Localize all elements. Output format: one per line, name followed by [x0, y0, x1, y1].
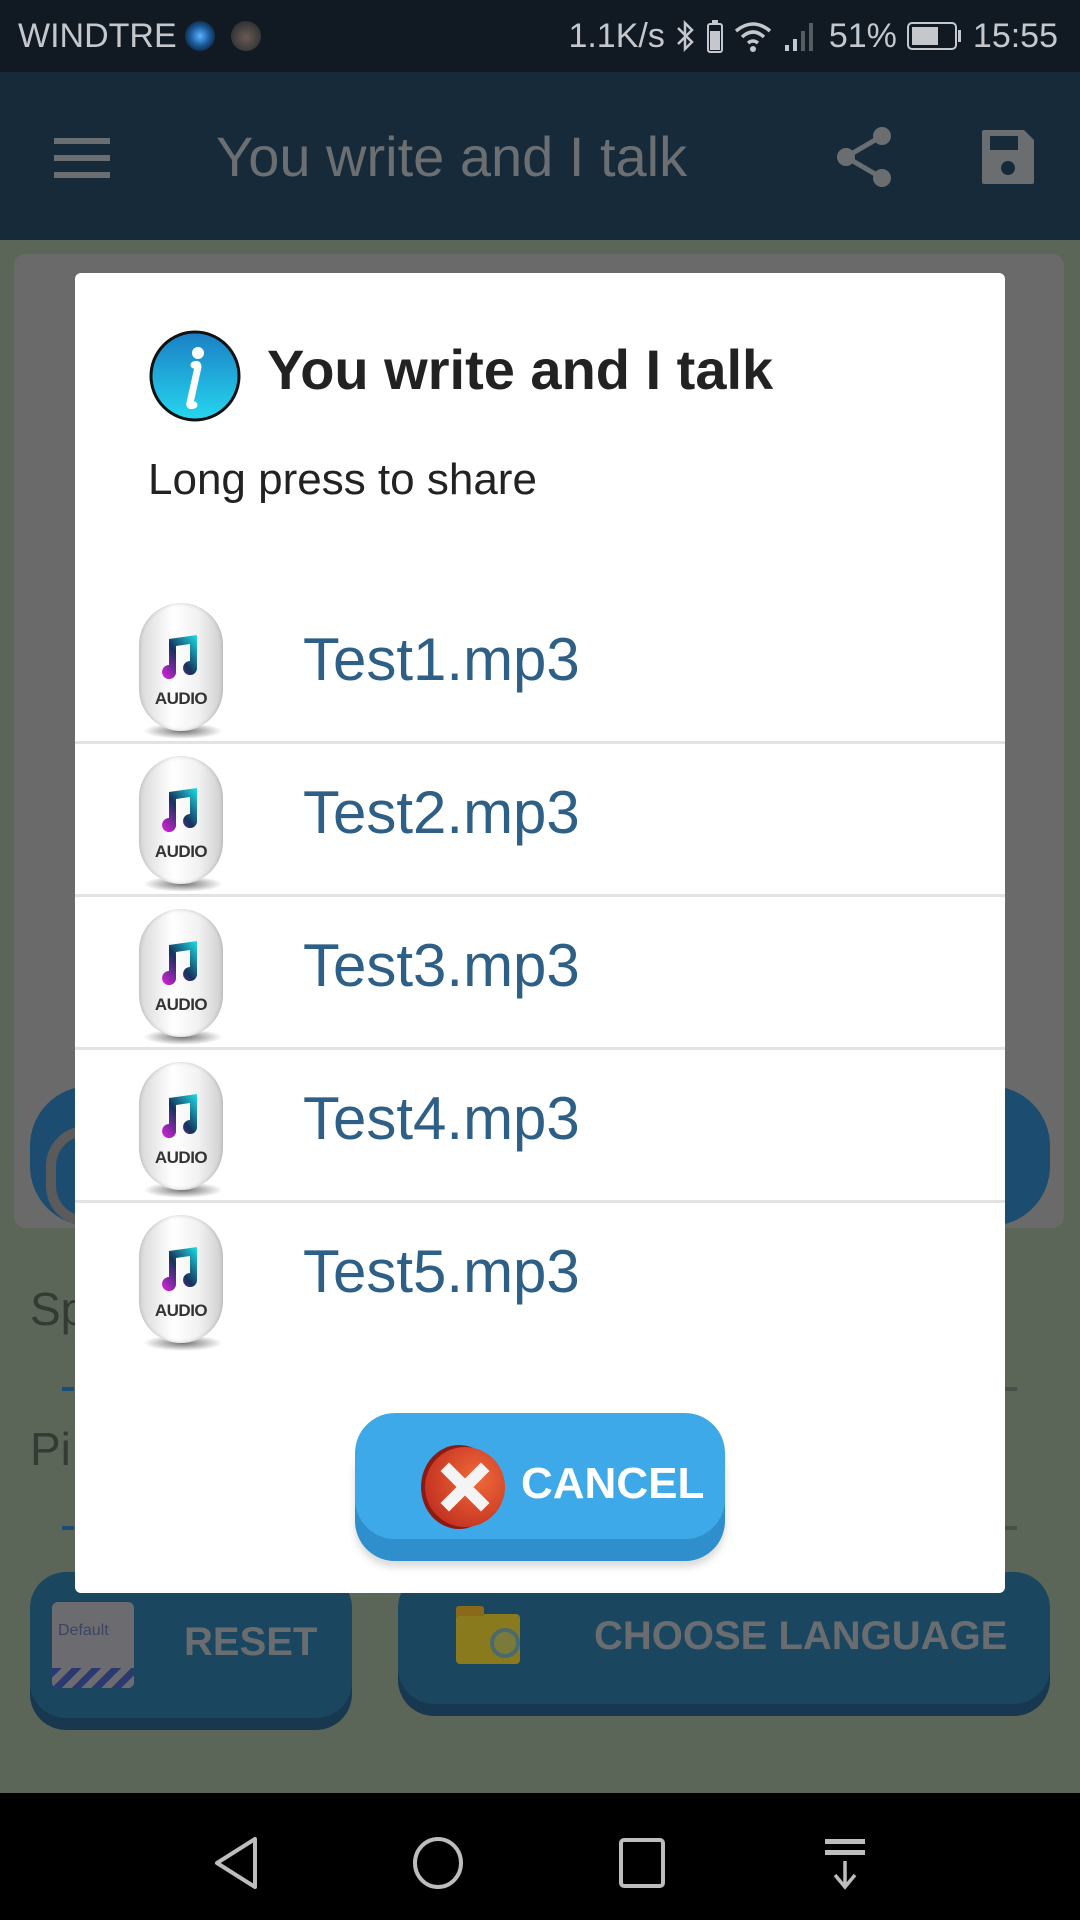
music-note-icon	[162, 635, 198, 679]
back-icon[interactable]	[205, 1833, 265, 1893]
navigation-bar	[0, 1793, 1080, 1920]
cancel-button[interactable]: CANCEL	[355, 1413, 725, 1563]
network-speed: 1.1K/s	[568, 16, 665, 55]
file-name: Test2.mp3	[303, 779, 580, 846]
carrier-name: WINDTRE	[18, 16, 177, 55]
reset-label: RESET	[184, 1620, 318, 1664]
dialog-title: You write and I talk	[267, 338, 774, 401]
music-note-icon	[162, 941, 198, 985]
signal-icon	[784, 23, 813, 51]
file-name: Test5.mp3	[303, 1238, 580, 1305]
share-icon[interactable]	[836, 126, 894, 188]
menu-icon[interactable]	[54, 138, 110, 178]
bluetooth-icon	[676, 19, 694, 53]
music-note-icon	[162, 788, 198, 832]
dialog-message: Long press to share	[148, 455, 537, 504]
file-list-item[interactable]: AUDIO Test5.mp3	[75, 1203, 1005, 1356]
share-dialog: You write and I talk Long press to share…	[75, 273, 1005, 1593]
reset-button[interactable]: Default RESET	[30, 1572, 352, 1718]
gorilla-app-icon	[230, 21, 261, 51]
file-list: AUDIO Test1.mp3 AUDIO Test2.mp3 AUDIO Te…	[75, 591, 1005, 1356]
app-bar: You write and I talk	[0, 72, 1080, 240]
app-title: You write and I talk	[216, 125, 688, 188]
cancel-label: CANCEL	[521, 1459, 705, 1508]
file-list-item[interactable]: AUDIO Test2.mp3	[75, 744, 1005, 897]
audio-file-icon: AUDIO	[135, 1062, 231, 1202]
audio-label: AUDIO	[154, 689, 208, 708]
clock: 15:55	[972, 16, 1058, 55]
audio-file-icon: AUDIO	[135, 756, 231, 896]
choose-language-label: CHOOSE LANGUAGE	[594, 1614, 1008, 1658]
folder-search-icon	[456, 1606, 520, 1664]
recents-icon[interactable]	[612, 1833, 672, 1893]
audio-label: AUDIO	[154, 1301, 208, 1320]
default-icon: Default	[52, 1602, 134, 1688]
battery-small-icon	[706, 20, 723, 53]
status-right: 1.1K/s 51% 15:55	[568, 0, 1058, 72]
status-left: WINDTRE	[18, 0, 261, 72]
battery-percent: 51%	[828, 16, 897, 55]
pitch-label: Pi	[30, 1423, 71, 1475]
vpn-app-icon	[184, 21, 215, 51]
audio-file-icon: AUDIO	[135, 1215, 231, 1355]
audio-file-icon: AUDIO	[135, 909, 231, 1049]
file-list-item[interactable]: AUDIO Test1.mp3	[75, 591, 1005, 744]
notification-pull-icon[interactable]	[815, 1833, 875, 1893]
audio-file-icon: AUDIO	[135, 603, 231, 743]
save-icon[interactable]	[980, 128, 1036, 186]
default-icon-text: Default	[58, 1622, 109, 1639]
music-note-icon	[162, 1094, 198, 1138]
info-icon	[149, 330, 241, 422]
status-bar: WINDTRE 1.1K/s 51% 15:55	[0, 0, 1080, 72]
battery-icon	[906, 22, 961, 50]
music-note-icon	[162, 1247, 198, 1291]
cancel-x-icon	[421, 1445, 505, 1529]
file-list-item[interactable]: AUDIO Test4.mp3	[75, 1050, 1005, 1203]
file-name: Test3.mp3	[303, 932, 580, 999]
file-list-item[interactable]: AUDIO Test3.mp3	[75, 897, 1005, 1050]
audio-label: AUDIO	[154, 1148, 208, 1167]
file-name: Test1.mp3	[303, 626, 580, 693]
home-icon[interactable]	[408, 1833, 468, 1893]
audio-label: AUDIO	[154, 995, 208, 1014]
file-name: Test4.mp3	[303, 1085, 580, 1152]
audio-label: AUDIO	[154, 842, 208, 861]
wifi-icon	[734, 22, 771, 52]
